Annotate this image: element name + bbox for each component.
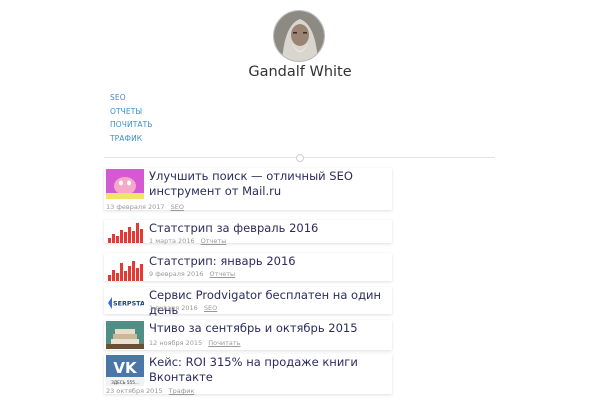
nav-item-reports[interactable]: ОТЧЕТЫ <box>110 107 153 121</box>
post-title[interactable]: Чтиво за сентябрь и октябрь 2015 <box>149 321 389 336</box>
post-thumbnail-bars <box>106 259 144 281</box>
post-meta: 13 февраля 2017 SEO <box>106 203 184 211</box>
post-meta: 23 октября 2015 Трафик <box>106 387 194 395</box>
avatar-image <box>274 11 324 61</box>
post-item[interactable]: Статстрип: январь 2016 9 февраля 2016 От… <box>104 253 392 281</box>
nav-item-reading[interactable]: ПОЧИТАТЬ <box>110 120 153 134</box>
post-item[interactable]: Улучшить поиск — отличный SEO инструмент… <box>104 168 392 211</box>
post-date: 12 ноября 2015 <box>149 339 203 347</box>
post-date: 1 марта 2016 <box>149 237 195 245</box>
post-date: 23 октября 2015 <box>106 387 163 395</box>
post-category-link[interactable]: SEO <box>204 304 217 312</box>
author-avatar[interactable] <box>273 10 325 62</box>
post-meta: 1 марта 2016 Отчеты <box>149 237 226 245</box>
post-item[interactable]: VK ЗДЕСЬ 555... Кейс: ROI 315% на продаж… <box>104 354 392 395</box>
vk-logo: VK <box>113 359 138 377</box>
post-category-link[interactable]: Отчеты <box>209 270 235 278</box>
vk-caption: ЗДЕСЬ 555... <box>111 380 139 385</box>
post-category-link[interactable]: SEO <box>171 203 184 211</box>
post-thumbnail <box>106 321 144 349</box>
post-thumbnail: SERPSTAT <box>106 288 144 314</box>
post-date: 9 февраля 2016 <box>149 270 204 278</box>
post-date: 1 января 2016 <box>149 304 198 312</box>
serpstat-logo-text: SERPSTAT <box>113 300 144 308</box>
post-thumbnail: VK ЗДЕСЬ 555... <box>106 355 144 386</box>
post-item[interactable]: SERPSTAT Сервис Prodvigator бесплатен на… <box>104 287 392 317</box>
post-thumbnail-bars <box>106 221 144 243</box>
post-thumbnail <box>106 169 144 199</box>
post-meta: 1 января 2016 SEO <box>149 304 217 312</box>
post-title[interactable]: Кейс: ROI 315% на продаже книги Вконтакт… <box>149 355 389 385</box>
post-title[interactable]: Сервис Prodvigator бесплатен на один ден… <box>149 288 389 318</box>
post-category-link[interactable]: Отчеты <box>201 237 227 245</box>
post-date: 13 февраля 2017 <box>106 203 165 211</box>
category-nav: SEO ОТЧЕТЫ ПОЧИТАТЬ ТРАФИК <box>110 93 153 147</box>
post-meta: 12 ноября 2015 Почитать <box>149 339 241 347</box>
post-title[interactable]: Статстрип за февраль 2016 <box>149 221 389 236</box>
post-category-link[interactable]: Трафик <box>169 387 195 395</box>
post-title[interactable]: Улучшить поиск — отличный SEO инструмент… <box>149 169 389 199</box>
divider-dot <box>296 154 304 162</box>
post-item[interactable]: Чтиво за сентябрь и октябрь 2015 12 нояб… <box>104 320 392 350</box>
post-item[interactable]: Статстрип за февраль 2016 1 марта 2016 О… <box>104 220 392 245</box>
post-category-link[interactable]: Почитать <box>208 339 240 347</box>
post-title[interactable]: Статстрип: январь 2016 <box>149 254 389 269</box>
author-name: Gandalf White <box>248 64 352 80</box>
nav-item-seo[interactable]: SEO <box>110 93 153 107</box>
nav-item-traffic[interactable]: ТРАФИК <box>110 134 153 148</box>
post-meta: 9 февраля 2016 Отчеты <box>149 270 235 278</box>
